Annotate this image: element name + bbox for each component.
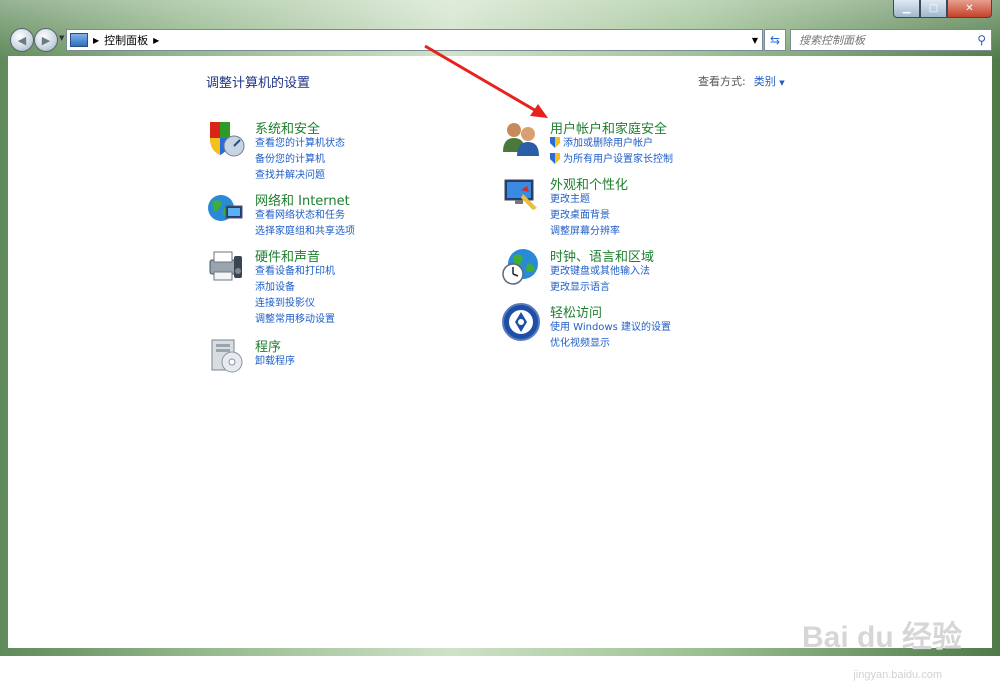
annotation-arrow-icon [424, 44, 548, 118]
baidu-watermark-url: jingyan.baidu.com [853, 669, 942, 681]
window-frame: ▁ □ ✕ ◀ ▶ ▼ ▶ 控制面板 ▶ ▼ ⇆ ⚲ 调整计算机的设置 查看方式… [0, 0, 1000, 681]
